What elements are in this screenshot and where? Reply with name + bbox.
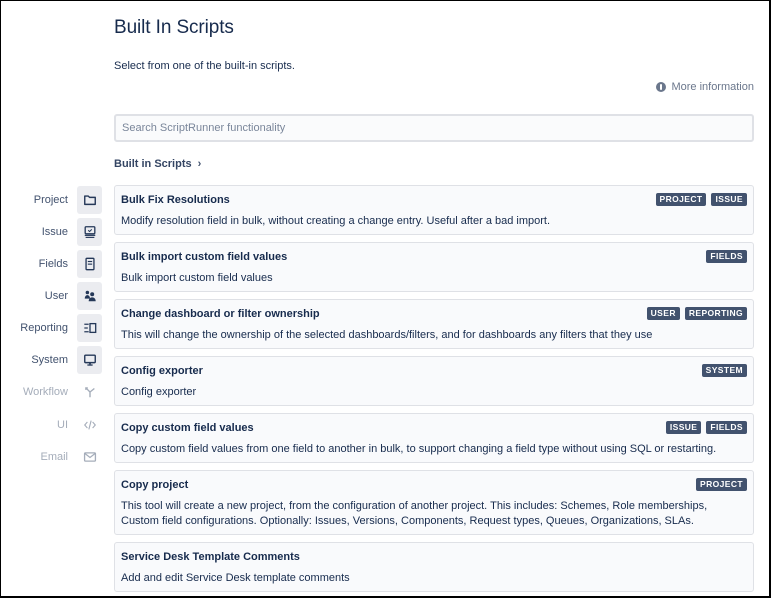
tag-list: ISSUE FIELDS — [665, 421, 747, 434]
script-description: This will change the ownership of the se… — [121, 329, 653, 341]
page-subtitle: Select from one of the built-in scripts. — [114, 60, 295, 72]
script-description: Modify resolution field in bulk, without… — [121, 215, 551, 227]
sidebar-item-label: Issue — [41, 226, 68, 238]
script-title: Copy custom field values — [121, 422, 254, 434]
script-description: This tool will create a new project, fro… — [121, 500, 708, 527]
tag-list: PROJECT ISSUE — [655, 193, 747, 206]
script-title: Bulk Fix Resolutions — [121, 194, 230, 206]
sidebar-item-label: Fields — [38, 258, 68, 270]
reporting-icon — [77, 314, 102, 342]
screen-icon — [77, 346, 102, 374]
sidebar-item-label: Email — [40, 451, 68, 463]
script-card-bulk-fix-resolutions[interactable]: Bulk Fix Resolutions Modify resolution f… — [114, 185, 754, 235]
email-icon — [77, 443, 102, 471]
workflow-branch-icon — [77, 378, 102, 406]
sidebar-item-issue[interactable]: Issue — [0, 218, 102, 246]
sidebar-item-label: Project — [33, 194, 68, 206]
sidebar-item-user[interactable]: User — [0, 282, 102, 310]
script-title: Bulk import custom field values — [121, 251, 288, 263]
tag-badge: PROJECT — [696, 478, 747, 491]
tag-badge: PROJECT — [655, 193, 707, 206]
tag-list: USER REPORTING — [646, 307, 747, 320]
script-description: Add and edit Service Desk template comme… — [121, 572, 350, 584]
sidebar-item-reporting[interactable]: Reporting — [0, 314, 102, 342]
script-title: Copy project — [121, 479, 189, 491]
people-icon — [77, 282, 102, 310]
script-description: Bulk import custom field values — [121, 272, 273, 284]
more-information-link[interactable]: More information — [656, 81, 754, 93]
script-card-service-desk-template-comments[interactable]: Service Desk Template Comments Add and e… — [114, 542, 754, 592]
script-card-config-exporter[interactable]: Config exporter Config exporter SYSTEM — [114, 356, 754, 406]
sidebar-item-system[interactable]: System — [0, 346, 102, 374]
tag-list: FIELDS — [706, 250, 747, 263]
folder-icon — [77, 186, 102, 214]
tag-list: PROJECT — [696, 478, 747, 491]
script-title: Config exporter — [121, 365, 203, 377]
page-title: Built In Scripts — [114, 17, 234, 38]
tag-badge: REPORTING — [684, 307, 747, 320]
script-card-change-dashboard-ownership[interactable]: Change dashboard or filter ownership Thi… — [114, 299, 754, 349]
code-icon — [77, 411, 102, 439]
tag-list: SYSTEM — [701, 364, 747, 377]
form-icon — [77, 250, 102, 278]
sidebar-item-workflow[interactable]: Workflow — [0, 378, 102, 406]
breadcrumb[interactable]: Built in Scripts › — [114, 158, 201, 170]
script-title: Service Desk Template Comments — [121, 551, 300, 563]
script-description: Config exporter — [121, 386, 197, 398]
sidebar-item-fields[interactable]: Fields — [0, 250, 102, 278]
breadcrumb-label: Built in Scripts — [114, 158, 192, 170]
sidebar-item-label: UI — [57, 419, 68, 431]
sidebar-item-label: Reporting — [20, 322, 68, 334]
script-card-bulk-import-custom-field-values[interactable]: Bulk import custom field values Bulk imp… — [114, 242, 754, 292]
tag-badge: SYSTEM — [701, 364, 747, 377]
sidebar-item-email[interactable]: Email — [0, 443, 102, 471]
chevron-right-icon: › — [197, 158, 202, 170]
info-icon — [656, 82, 667, 92]
tag-badge: FIELDS — [706, 421, 747, 434]
script-card-copy-project[interactable]: Copy project This tool will create a new… — [114, 470, 754, 535]
tag-badge: ISSUE — [711, 193, 747, 206]
tag-badge: FIELDS — [706, 250, 747, 263]
script-description: Copy custom field values from one field … — [121, 443, 717, 455]
issue-monitor-icon — [77, 218, 102, 246]
tag-badge: ISSUE — [665, 421, 702, 434]
sidebar-item-label: User — [44, 290, 68, 302]
script-card-copy-custom-field-values[interactable]: Copy custom field values Copy custom fie… — [114, 413, 754, 463]
sidebar-item-label: System — [31, 354, 68, 366]
search-input[interactable] — [114, 114, 754, 142]
sidebar-item-project[interactable]: Project — [0, 186, 102, 214]
tag-badge: USER — [646, 307, 680, 320]
more-information-label: More information — [671, 81, 754, 93]
sidebar-item-label: Workflow — [22, 386, 68, 398]
sidebar-item-ui[interactable]: UI — [0, 411, 102, 439]
